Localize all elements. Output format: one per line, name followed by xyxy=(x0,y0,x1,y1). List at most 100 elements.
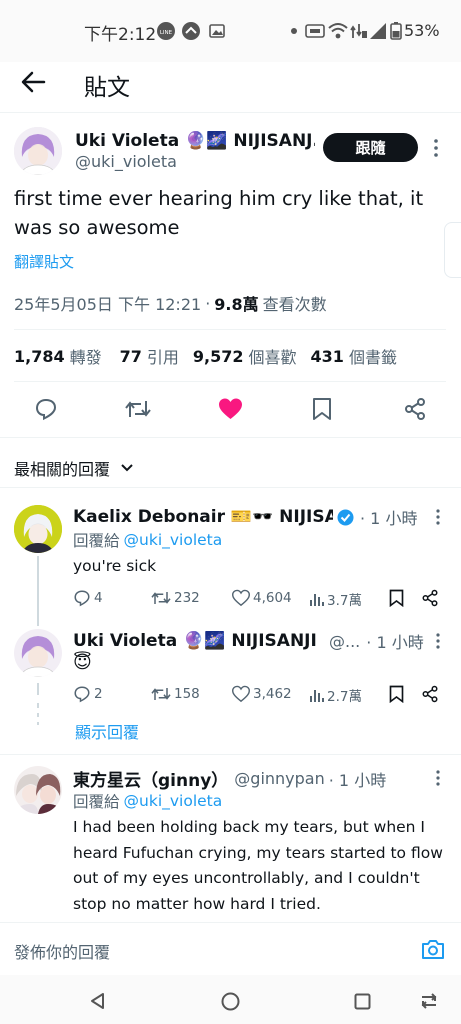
reply-icon xyxy=(74,590,90,607)
stats-divider xyxy=(14,381,446,382)
meta-divider xyxy=(14,329,446,330)
meta-separator: · xyxy=(205,293,211,313)
share-icon xyxy=(422,589,438,607)
reply-to-line: 回覆給 @uki_violeta xyxy=(73,529,222,551)
repost-icon xyxy=(151,592,171,604)
reply-author-handle[interactable]: @ginnypan xyxy=(234,769,324,788)
square-recents-icon xyxy=(354,993,371,1010)
views-label: 查看次數 xyxy=(262,295,327,314)
reply-header: Kaelix Debonair 🎫🕶️ NIJISA... · 1 小時 xyxy=(73,505,433,529)
likes-label[interactable]: 個喜歡 xyxy=(249,344,297,368)
reply-like-count: 3,462 xyxy=(253,686,292,702)
actions-divider xyxy=(0,437,461,438)
likes-count[interactable]: 9,572 xyxy=(193,347,244,366)
reply-author-handle[interactable]: @... xyxy=(329,632,360,651)
reply-avatar[interactable] xyxy=(14,629,62,677)
reply-to-prefix: 回覆給 xyxy=(73,793,120,811)
share-button[interactable] xyxy=(403,397,427,421)
reply-bookmark-button[interactable] xyxy=(389,589,404,607)
edge-panel-handle[interactable] xyxy=(444,222,461,278)
nav-home-button[interactable] xyxy=(221,992,240,1011)
author-avatar[interactable] xyxy=(14,127,62,175)
bookmark-button[interactable] xyxy=(312,397,332,421)
battery-percent: 53% xyxy=(404,21,440,40)
nav-rotate-button[interactable] xyxy=(419,993,439,1009)
reply-divider xyxy=(0,754,461,755)
verified-badge-icon xyxy=(337,509,354,525)
reply-replies-count: 4 xyxy=(94,590,103,606)
reply-more-icon[interactable] xyxy=(434,769,442,787)
reply-time: · 1 小時 xyxy=(366,633,424,652)
reply-icon xyxy=(74,686,90,703)
reply-bookmark-button[interactable] xyxy=(389,685,404,703)
bookmarks-label[interactable]: 個書籤 xyxy=(349,344,397,368)
line-badge-text: LINE xyxy=(160,30,173,36)
camera-button[interactable] xyxy=(421,938,445,960)
reply-views-action[interactable]: 2.7萬 xyxy=(309,685,362,705)
reply-repost-action[interactable]: 158 xyxy=(151,685,200,703)
reply-more-icon[interactable] xyxy=(434,508,442,526)
reply-author-name[interactable]: Kaelix Debonair 🎫🕶️ NIJISA... xyxy=(73,507,333,527)
author-name[interactable]: Uki Violeta 🔮🌌 NIJISANJ... xyxy=(75,131,315,151)
reply-views-action[interactable]: 3.7萬 xyxy=(309,589,362,609)
reply-repost-count: 158 xyxy=(174,686,200,702)
reply-like-action[interactable]: 3,462 xyxy=(232,685,292,703)
system-navigation-bar xyxy=(0,975,461,1024)
like-button[interactable] xyxy=(218,397,243,421)
quotes-label[interactable]: 引用 xyxy=(147,344,179,368)
post-more-icon[interactable] xyxy=(432,138,440,158)
reply-repost-action[interactable]: 232 xyxy=(151,589,200,607)
nav-recents-button[interactable] xyxy=(354,993,371,1010)
reply-author-name[interactable]: Uki Violeta 🔮🌌 NIJISANJI EN xyxy=(73,631,323,651)
author-handle[interactable]: @uki_violeta xyxy=(75,152,177,171)
share-icon xyxy=(405,398,425,420)
views-bar-chart-icon xyxy=(310,690,324,702)
show-replies-link[interactable]: 顯示回覆 xyxy=(75,719,139,743)
reply-composer-input[interactable]: 發佈你的回覆 xyxy=(14,939,110,963)
reply-views-count: 2.7萬 xyxy=(327,689,362,705)
more-notifications-dot xyxy=(291,28,297,34)
battery-icon xyxy=(390,22,402,40)
quotes-count[interactable]: 77 xyxy=(120,347,142,366)
back-button[interactable] xyxy=(20,70,46,94)
translate-post-link[interactable]: 翻譯貼文 xyxy=(14,251,74,272)
gallery-notification-icon xyxy=(208,22,226,40)
line-app-icon: LINE xyxy=(157,22,175,40)
status-bar: 下午2:12 LINE 53% xyxy=(0,0,461,62)
repost-icon xyxy=(125,401,151,417)
signal-icon xyxy=(369,22,387,40)
camera-icon xyxy=(422,940,444,959)
back-arrow-icon xyxy=(21,71,46,93)
reply-avatar[interactable] xyxy=(14,505,62,553)
engagement-stats: 1,784 轉發 77 引用 9,572 個喜歡 431 個書籤 xyxy=(14,344,397,368)
bookmark-icon xyxy=(313,398,331,420)
reply-replies-action[interactable]: 4 xyxy=(73,589,103,607)
nav-back-button[interactable] xyxy=(89,992,106,1010)
page-title: 貼文 xyxy=(84,75,130,101)
repost-button[interactable] xyxy=(125,397,151,421)
reply-time: · 1 小時 xyxy=(328,770,387,790)
reposts-count[interactable]: 1,784 xyxy=(14,347,65,366)
reply-author-name[interactable]: 東方星云（ginny） xyxy=(73,766,228,791)
notification-app-icon xyxy=(182,22,200,40)
heart-filled-icon xyxy=(219,398,242,419)
reply-to-handle[interactable]: @uki_violeta xyxy=(124,531,223,549)
reply-share-button[interactable] xyxy=(421,589,439,607)
reply-share-button[interactable] xyxy=(421,685,439,703)
reply-more-icon[interactable] xyxy=(434,632,442,650)
reposts-label[interactable]: 轉發 xyxy=(70,344,102,368)
reply-repost-count: 232 xyxy=(174,590,200,606)
follow-button[interactable]: 跟隨 xyxy=(323,133,418,162)
reply-sort-label: 最相關的回覆 xyxy=(14,460,111,479)
repost-icon xyxy=(151,688,171,700)
share-icon xyxy=(422,685,438,703)
reply-button[interactable] xyxy=(34,397,58,421)
reply-sort-selector[interactable]: 最相關的回覆 xyxy=(14,456,134,480)
post-text: first time ever hearing him cry like tha… xyxy=(14,187,424,239)
heart-icon xyxy=(232,685,250,703)
reply-like-action[interactable]: 4,604 xyxy=(232,589,292,607)
reply-replies-action[interactable]: 2 xyxy=(73,685,103,703)
reply-avatar[interactable] xyxy=(14,766,62,814)
reply-to-handle[interactable]: @uki_violeta xyxy=(124,792,223,810)
bookmarks-count[interactable]: 431 xyxy=(311,347,344,366)
